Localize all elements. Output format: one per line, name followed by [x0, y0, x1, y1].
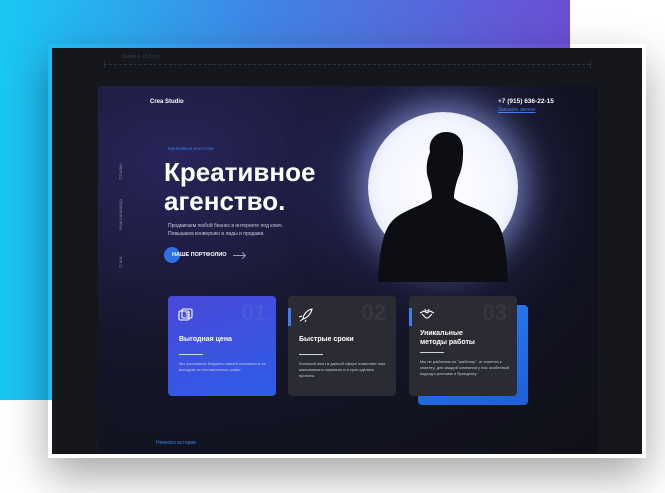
feature-card-speed[interactable]: 02 Быстрые сроки Большой опыт в данной с…: [288, 296, 396, 396]
ruler-tick-left: [104, 61, 105, 68]
hero-subtitle: Продвигаем любой бизнес в интернете под …: [168, 222, 348, 238]
nav-item-about[interactable]: О нас: [118, 256, 123, 268]
card-divider: [179, 354, 203, 355]
card-number: 02: [361, 300, 386, 325]
landing-page: Crea Studio +7 (915) 636-22-15 Заказать …: [98, 86, 598, 454]
ruler-line: [104, 64, 590, 65]
card-title-line-2: методы работы: [420, 338, 475, 346]
phone-number[interactable]: +7 (915) 636-22-15: [498, 98, 554, 105]
ruler-label: Ширина 1920 px: [122, 54, 160, 60]
feature-card-price[interactable]: 01 $ Выгодная цена Мы учитываем бюджеты …: [168, 296, 276, 396]
hero-eyebrow: Креативное агентство: [168, 146, 214, 151]
nav-item-reviews[interactable]: Отзывы: [118, 164, 123, 180]
ruler-tick-right: [590, 61, 591, 68]
history-link[interactable]: Немного истории: [156, 440, 196, 446]
hero-subtitle-line-2: Повышаем конверсию в лиды и продажи.: [168, 231, 265, 237]
rocket-icon: [298, 308, 313, 322]
dollar-tag-icon: $: [178, 308, 193, 321]
site-logo[interactable]: Crea Studio: [150, 99, 184, 105]
card-title: Выгодная цена: [179, 336, 232, 343]
card-3-accent-edge: [409, 308, 412, 326]
hero-subtitle-line-1: Продвигаем любой бизнес в интернете под …: [168, 223, 284, 229]
card-text: Мы учитываем бюджеты вашей компании и не…: [179, 361, 266, 372]
card-title-line-1: Уникальные: [420, 330, 463, 337]
nav-item-team[interactable]: Наша команда: [118, 199, 123, 230]
card-text: Большой опыт в данной сфере позволяет на…: [299, 361, 386, 378]
hero-title-line-1: Креативное: [164, 157, 316, 187]
card-text: Мы не работаем по "шаблону", от клиента …: [420, 359, 510, 376]
feature-card-methods[interactable]: 03 Уникальные методы работы Мы не работа…: [409, 296, 517, 396]
hero-title-line-2: агенство.: [164, 186, 286, 216]
card-divider: [420, 352, 444, 353]
card-title: Быстрые сроки: [299, 336, 354, 343]
portfolio-button-label: НАШЕ ПОРТФОЛИО: [172, 252, 227, 258]
card-number: 01: [241, 300, 266, 325]
mockup-frame: Ширина 1920 px Crea Studio +7 (915) 636-…: [52, 48, 642, 454]
hero-title: Креативное агенство.: [164, 158, 404, 216]
card-title: Уникальные методы работы: [420, 330, 510, 347]
portfolio-button[interactable]: НАШЕ ПОРТФОЛИО: [164, 247, 247, 263]
card-divider: [299, 354, 323, 355]
vertical-nav: Отзывы Наша команда О нас: [118, 156, 130, 276]
handshake-icon: [419, 308, 435, 319]
card-2-accent-edge: [288, 308, 291, 326]
card-number: 03: [482, 300, 507, 325]
arrow-right-icon: [232, 254, 245, 256]
